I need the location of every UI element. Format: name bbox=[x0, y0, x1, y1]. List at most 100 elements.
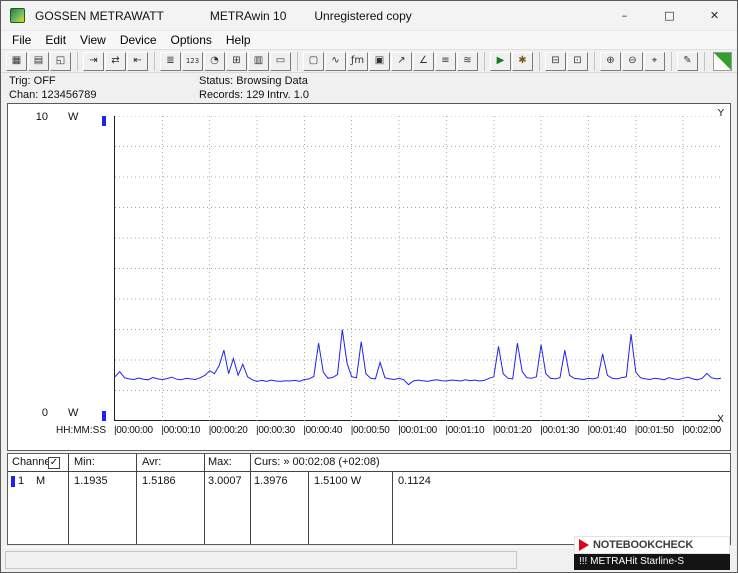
channels-list-icon[interactable]: ≡ bbox=[435, 52, 456, 71]
x-tick-label: |00:02:00 bbox=[682, 425, 721, 436]
titlebar-license-text: Unregistered copy bbox=[314, 9, 411, 23]
ruler-icon[interactable]: ▭ bbox=[270, 52, 291, 71]
interval-text: Intrv. 1.0 bbox=[267, 89, 309, 101]
live-monitor-icon[interactable]: ≋ bbox=[457, 52, 478, 71]
numeric-view-icon: 123 bbox=[186, 58, 199, 65]
print-icon[interactable]: ⊟ bbox=[545, 52, 566, 71]
column-divider bbox=[68, 454, 69, 544]
menu-device[interactable]: Device bbox=[113, 33, 164, 47]
toolbar: ▦▤◱⇥⇄⇤≣123◔⊞▥▭▢∿ƒm▣↗∠≡≋▶✱⊟⊡⊕⊖⌖✎ bbox=[1, 50, 737, 73]
x-tick-label: |00:01:20 bbox=[493, 425, 532, 436]
open-folder-icon: ◱ bbox=[56, 56, 65, 66]
x-tick-label: |00:01:50 bbox=[635, 425, 674, 436]
zoom-in-icon[interactable]: ⊕ bbox=[600, 52, 621, 71]
device-name-strip: !!! METRAHit Starline-S bbox=[574, 554, 730, 570]
x-tick-label: |00:01:30 bbox=[540, 425, 579, 436]
save-as-icon[interactable]: ▤ bbox=[28, 52, 49, 71]
toolbar-group: ▦▤ ◱ bbox=[6, 52, 78, 71]
menu-view[interactable]: View bbox=[73, 33, 113, 47]
bar-graph-view-icon[interactable]: ▥ bbox=[248, 52, 269, 71]
send-to-device-icon: ⇤ bbox=[133, 56, 141, 66]
statusbar-message-field bbox=[5, 551, 517, 569]
memory-view-icon: ▣ bbox=[375, 56, 384, 66]
x-tick-label: |00:01:40 bbox=[587, 425, 626, 436]
device-name-text: !!! METRAHit Starline-S bbox=[579, 554, 684, 570]
cell-channel-mode: M bbox=[36, 475, 45, 487]
xy-chart-icon[interactable]: ∠ bbox=[413, 52, 434, 71]
cell-cursor-value-a: 1.3976 bbox=[254, 475, 288, 487]
cursor-tool-icon[interactable]: ⌖ bbox=[644, 52, 665, 71]
connection-indicator-triangle bbox=[714, 53, 731, 70]
notebookcheck-logo-icon bbox=[579, 539, 589, 551]
close-button[interactable]: ✕ bbox=[692, 1, 737, 30]
save-icon[interactable]: ▦ bbox=[6, 52, 27, 71]
device-transfer-icon[interactable]: ⇄ bbox=[105, 52, 126, 71]
curve-chart-view-icon: ∿ bbox=[331, 56, 339, 66]
x-tick-label: |00:01:10 bbox=[445, 425, 484, 436]
print-preview-icon: ⊡ bbox=[573, 56, 581, 66]
column-divider bbox=[250, 454, 251, 544]
open-folder-icon[interactable]: ◱ bbox=[50, 52, 71, 71]
column-divider bbox=[204, 454, 205, 544]
read-from-device-icon[interactable]: ⇥ bbox=[83, 52, 104, 71]
xt-chart-icon: ↗ bbox=[397, 56, 405, 66]
monitor-view-icon[interactable]: ▢ bbox=[303, 52, 324, 71]
x-ticks-row: |00:00:00|00:00:10|00:00:20|00:00:30|00:… bbox=[8, 425, 730, 439]
app-icon bbox=[10, 8, 25, 23]
menu-help[interactable]: Help bbox=[219, 33, 258, 47]
y-axis-unit-bottom: W bbox=[68, 407, 78, 419]
xt-chart-icon[interactable]: ↗ bbox=[391, 52, 412, 71]
channel-color-indicator bbox=[11, 476, 15, 487]
list-view-icon[interactable]: ≣ bbox=[160, 52, 181, 71]
maximize-button[interactable]: □ bbox=[647, 1, 692, 30]
read-from-device-icon: ⇥ bbox=[89, 56, 97, 66]
browsing-status-text: Status: Browsing Data bbox=[199, 75, 308, 87]
cursor-tool-icon: ⌖ bbox=[652, 56, 658, 66]
analog-meter-view-icon: ◔ bbox=[210, 56, 219, 66]
xy-chart-icon: ∠ bbox=[419, 56, 428, 66]
menu-edit[interactable]: Edit bbox=[38, 33, 73, 47]
annotation-icon[interactable]: ✎ bbox=[677, 52, 698, 71]
menubar: FileEditViewDeviceOptionsHelp bbox=[1, 31, 737, 50]
titlebar: GOSSEN METRAWATT METRAwin 10 Unregistere… bbox=[1, 1, 737, 31]
chart-svg bbox=[115, 116, 721, 421]
x-tick-label: |00:01:00 bbox=[398, 425, 437, 436]
bar-graph-view-icon: ▥ bbox=[254, 56, 263, 66]
send-to-device-icon[interactable]: ⇤ bbox=[127, 52, 148, 71]
menu-file[interactable]: File bbox=[5, 33, 38, 47]
statusbar: NOTEBOOKCHECK !!! METRAHit Starline-S bbox=[1, 547, 737, 572]
trigger-status-text: Trig: OFF bbox=[9, 75, 56, 87]
zoom-out-icon[interactable]: ⊖ bbox=[622, 52, 643, 71]
x-tick-label: |00:00:00 bbox=[114, 425, 153, 436]
col-header-avr: Avr: bbox=[142, 456, 161, 468]
col-header-max: Max: bbox=[208, 456, 232, 468]
x-tick-label: |00:00:10 bbox=[161, 425, 200, 436]
toolbar-group: ⊟⊡ bbox=[545, 52, 595, 71]
memory-view-icon[interactable]: ▣ bbox=[369, 52, 390, 71]
window-controls: – □ ✕ bbox=[602, 1, 737, 30]
numeric-view-icon[interactable]: 123 bbox=[182, 52, 203, 71]
app-window: GOSSEN METRAWATT METRAwin 10 Unregistere… bbox=[0, 0, 738, 573]
device-transfer-icon: ⇄ bbox=[111, 56, 119, 66]
start-logging-icon[interactable]: ▶ bbox=[490, 52, 511, 71]
cell-avr-value: 1.5186 bbox=[142, 475, 176, 487]
ruler-icon: ▭ bbox=[276, 56, 285, 66]
x-tick-label: |00:00:40 bbox=[303, 425, 342, 436]
toolbar-group: ▶✱ bbox=[490, 52, 540, 71]
channel-visible-checkbox[interactable]: ✓ bbox=[48, 457, 60, 469]
chart-plot-area[interactable] bbox=[114, 116, 720, 421]
analog-meter-view-icon[interactable]: ◔ bbox=[204, 52, 225, 71]
table-view-icon[interactable]: ⊞ bbox=[226, 52, 247, 71]
chart-panel: 10 W 0 W Y X HH:MM:SS |00:00:00|00:00:10… bbox=[7, 103, 731, 451]
menu-options[interactable]: Options bbox=[164, 33, 219, 47]
fm-display-icon[interactable]: ƒm bbox=[347, 52, 368, 71]
print-preview-icon[interactable]: ⊡ bbox=[567, 52, 588, 71]
fm-display-icon: ƒm bbox=[351, 56, 364, 66]
channel-status-text: Chan: 123456789 bbox=[9, 89, 96, 101]
curve-chart-view-icon[interactable]: ∿ bbox=[325, 52, 346, 71]
titlebar-app-name: METRAwin 10 bbox=[210, 9, 286, 23]
minimize-button[interactable]: – bbox=[602, 1, 647, 30]
x-tick-label: |00:00:20 bbox=[209, 425, 248, 436]
trigger-settings-icon[interactable]: ✱ bbox=[512, 52, 533, 71]
column-divider bbox=[308, 471, 309, 544]
